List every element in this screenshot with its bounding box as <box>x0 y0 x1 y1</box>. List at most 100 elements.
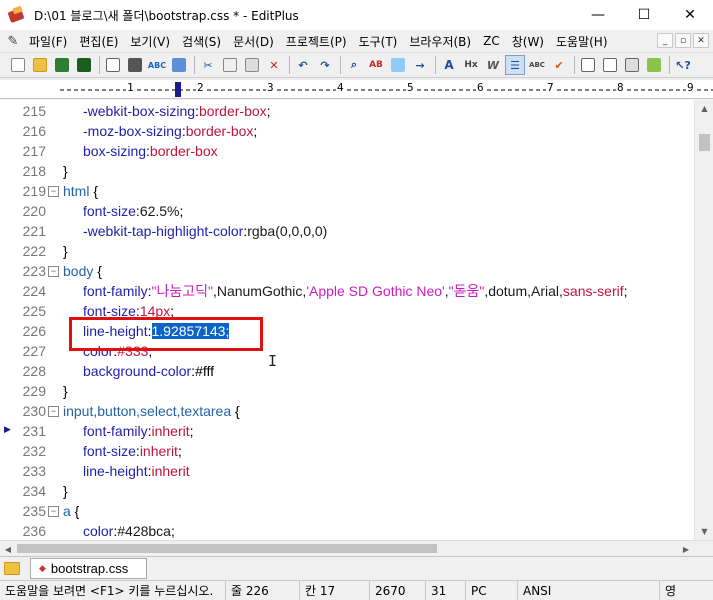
word-wrap-icon[interactable]: W <box>483 55 503 75</box>
code-line[interactable]: 235− a { <box>0 501 694 521</box>
fold-toggle-icon[interactable]: − <box>48 186 59 197</box>
editplus-app-icon[interactable] <box>7 5 26 24</box>
fold-toggle-icon[interactable]: − <box>48 506 59 517</box>
fullscreen-icon[interactable] <box>644 55 664 75</box>
code-line[interactable]: 215 -webkit-box-sizing:border-box; <box>0 101 694 121</box>
line-number: 230 <box>22 403 46 419</box>
ruler-number: 3 <box>266 81 275 94</box>
html-toolbar-icon[interactable]: Hx <box>461 55 481 75</box>
mdi-minimize-button[interactable]: _ <box>657 33 673 48</box>
scroll-right-arrow-icon[interactable]: ▶ <box>678 541 694 557</box>
browser-preview-icon[interactable] <box>169 55 189 75</box>
code-line[interactable]: 222} <box>0 241 694 261</box>
status-encoding: ANSI <box>518 580 660 600</box>
folder-icon[interactable] <box>4 562 20 575</box>
code-text: font-size:62.5%; <box>83 201 183 221</box>
redo-icon[interactable]: ↷ <box>315 55 335 75</box>
code-line[interactable]: 231 font-family:inherit; <box>0 421 694 441</box>
menu-edit[interactable]: 편집(E) <box>73 33 124 50</box>
code-line[interactable]: 230− input,button,select,textarea { <box>0 401 694 421</box>
menu-tools[interactable]: 도구(T) <box>353 33 404 50</box>
line-number: 228 <box>22 363 46 379</box>
fold-toggle-icon[interactable]: − <box>48 406 59 417</box>
save-icon[interactable] <box>52 55 72 75</box>
code-token: inherit <box>139 443 178 459</box>
replace-icon[interactable]: AB <box>366 55 386 75</box>
mdi-close-button[interactable]: ✕ <box>693 33 709 48</box>
code-line[interactable]: 224 font-family:"나눔고딕",NanumGothic,'Apple… <box>0 281 694 301</box>
code-line[interactable]: 218} <box>0 161 694 181</box>
ruler-number: 4 <box>336 81 345 94</box>
code-line[interactable]: 236 color:#428bca; <box>0 521 694 540</box>
code-text: } <box>63 241 68 261</box>
new-file-icon[interactable] <box>8 55 28 75</box>
scroll-left-arrow-icon[interactable]: ◀ <box>0 541 16 557</box>
mdi-restore-button[interactable]: ▫ <box>675 33 691 48</box>
menu-project[interactable]: 프로젝트(P) <box>280 33 353 50</box>
spell-check-icon[interactable]: ABC <box>147 55 167 75</box>
code-token: font-size <box>83 203 136 219</box>
code-text: } <box>63 381 68 401</box>
code-line[interactable]: 220 font-size:62.5%; <box>0 201 694 221</box>
code-line[interactable]: 223− body { <box>0 261 694 281</box>
ruler-icon[interactable]: ABC <box>527 55 547 75</box>
ruler-number: 7 <box>546 81 555 94</box>
print-icon[interactable] <box>125 55 145 75</box>
menu-search[interactable]: 검색(S) <box>176 33 227 50</box>
code-line[interactable]: 234} <box>0 481 694 501</box>
tab-bootstrap-css[interactable]: ◆ bootstrap.css <box>30 558 147 579</box>
code-line[interactable]: 232 font-size:inherit; <box>0 441 694 461</box>
font-icon[interactable]: A <box>439 55 459 75</box>
paste-icon[interactable] <box>242 55 262 75</box>
code-token: -webkit-tap-highlight-color <box>83 223 244 239</box>
menu-view[interactable]: 보기(V) <box>124 33 176 50</box>
code-token: #fff <box>195 363 215 379</box>
cut-icon[interactable]: ✂ <box>198 55 218 75</box>
directory-window-icon[interactable] <box>578 55 598 75</box>
print-preview-icon[interactable] <box>103 55 123 75</box>
menu-file[interactable]: 파일(F) <box>23 33 73 50</box>
code-line[interactable]: 219− html { <box>0 181 694 201</box>
menu-document[interactable]: 문서(D) <box>227 33 280 50</box>
code-line[interactable]: 216 -moz-box-sizing:border-box; <box>0 121 694 141</box>
context-help-icon[interactable]: ↖? <box>673 55 693 75</box>
delete-icon[interactable]: ✕ <box>264 55 284 75</box>
code-line[interactable]: 217 box-sizing:border-box <box>0 141 694 161</box>
code-line[interactable]: 233 line-height:inherit <box>0 461 694 481</box>
scroll-down-arrow-icon[interactable]: ▼ <box>695 523 713 540</box>
copy-icon[interactable] <box>220 55 240 75</box>
save-all-icon[interactable] <box>74 55 94 75</box>
line-number-icon[interactable]: ☰ <box>505 55 525 75</box>
open-folder-icon[interactable] <box>30 55 50 75</box>
menu-help[interactable]: 도움말(H) <box>550 33 614 50</box>
check-icon[interactable]: ✔ <box>549 55 569 75</box>
minimize-button[interactable]: — <box>575 0 621 30</box>
vertical-scroll-thumb[interactable] <box>699 134 710 151</box>
horizontal-scrollbar[interactable]: ◀ ▶ <box>0 540 713 556</box>
scroll-up-arrow-icon[interactable]: ▲ <box>695 100 713 117</box>
toolbar-separator <box>669 56 670 74</box>
code-token: ; <box>253 123 258 139</box>
menu-browser[interactable]: 브라우저(B) <box>403 33 477 50</box>
find-icon[interactable]: ⌕ <box>344 55 364 75</box>
code-token: 'Apple SD Gothic Neo' <box>306 283 445 299</box>
cliptext-window-icon[interactable] <box>600 55 620 75</box>
find-in-files-icon[interactable] <box>388 55 408 75</box>
maximize-button[interactable]: ☐ <box>621 0 667 30</box>
code-token: } <box>63 383 68 399</box>
close-button[interactable]: ✕ <box>667 0 713 30</box>
code-editor[interactable]: 236 color:#428bca; 235− a {234} 233 line-heig… <box>0 100 694 540</box>
fold-toggle-icon[interactable]: − <box>48 266 59 277</box>
menu-window[interactable]: 창(W) <box>506 33 550 50</box>
menu-zc[interactable]: ZC <box>477 34 506 48</box>
code-line[interactable]: 229} <box>0 381 694 401</box>
output-window-icon[interactable] <box>622 55 642 75</box>
goto-line-icon[interactable]: → <box>410 55 430 75</box>
ruler: 1 2 3 4 5 6 7 8 9 <box>0 80 713 99</box>
undo-icon[interactable]: ↶ <box>293 55 313 75</box>
vertical-scrollbar[interactable]: ▲ ▼ <box>694 100 713 540</box>
line-number: 223 <box>22 263 46 279</box>
code-line[interactable]: 228 background-color:#fff <box>0 361 694 381</box>
code-line[interactable]: 221 -webkit-tap-highlight-color:rgba(0,0,… <box>0 221 694 241</box>
horizontal-scroll-thumb[interactable] <box>17 544 437 553</box>
